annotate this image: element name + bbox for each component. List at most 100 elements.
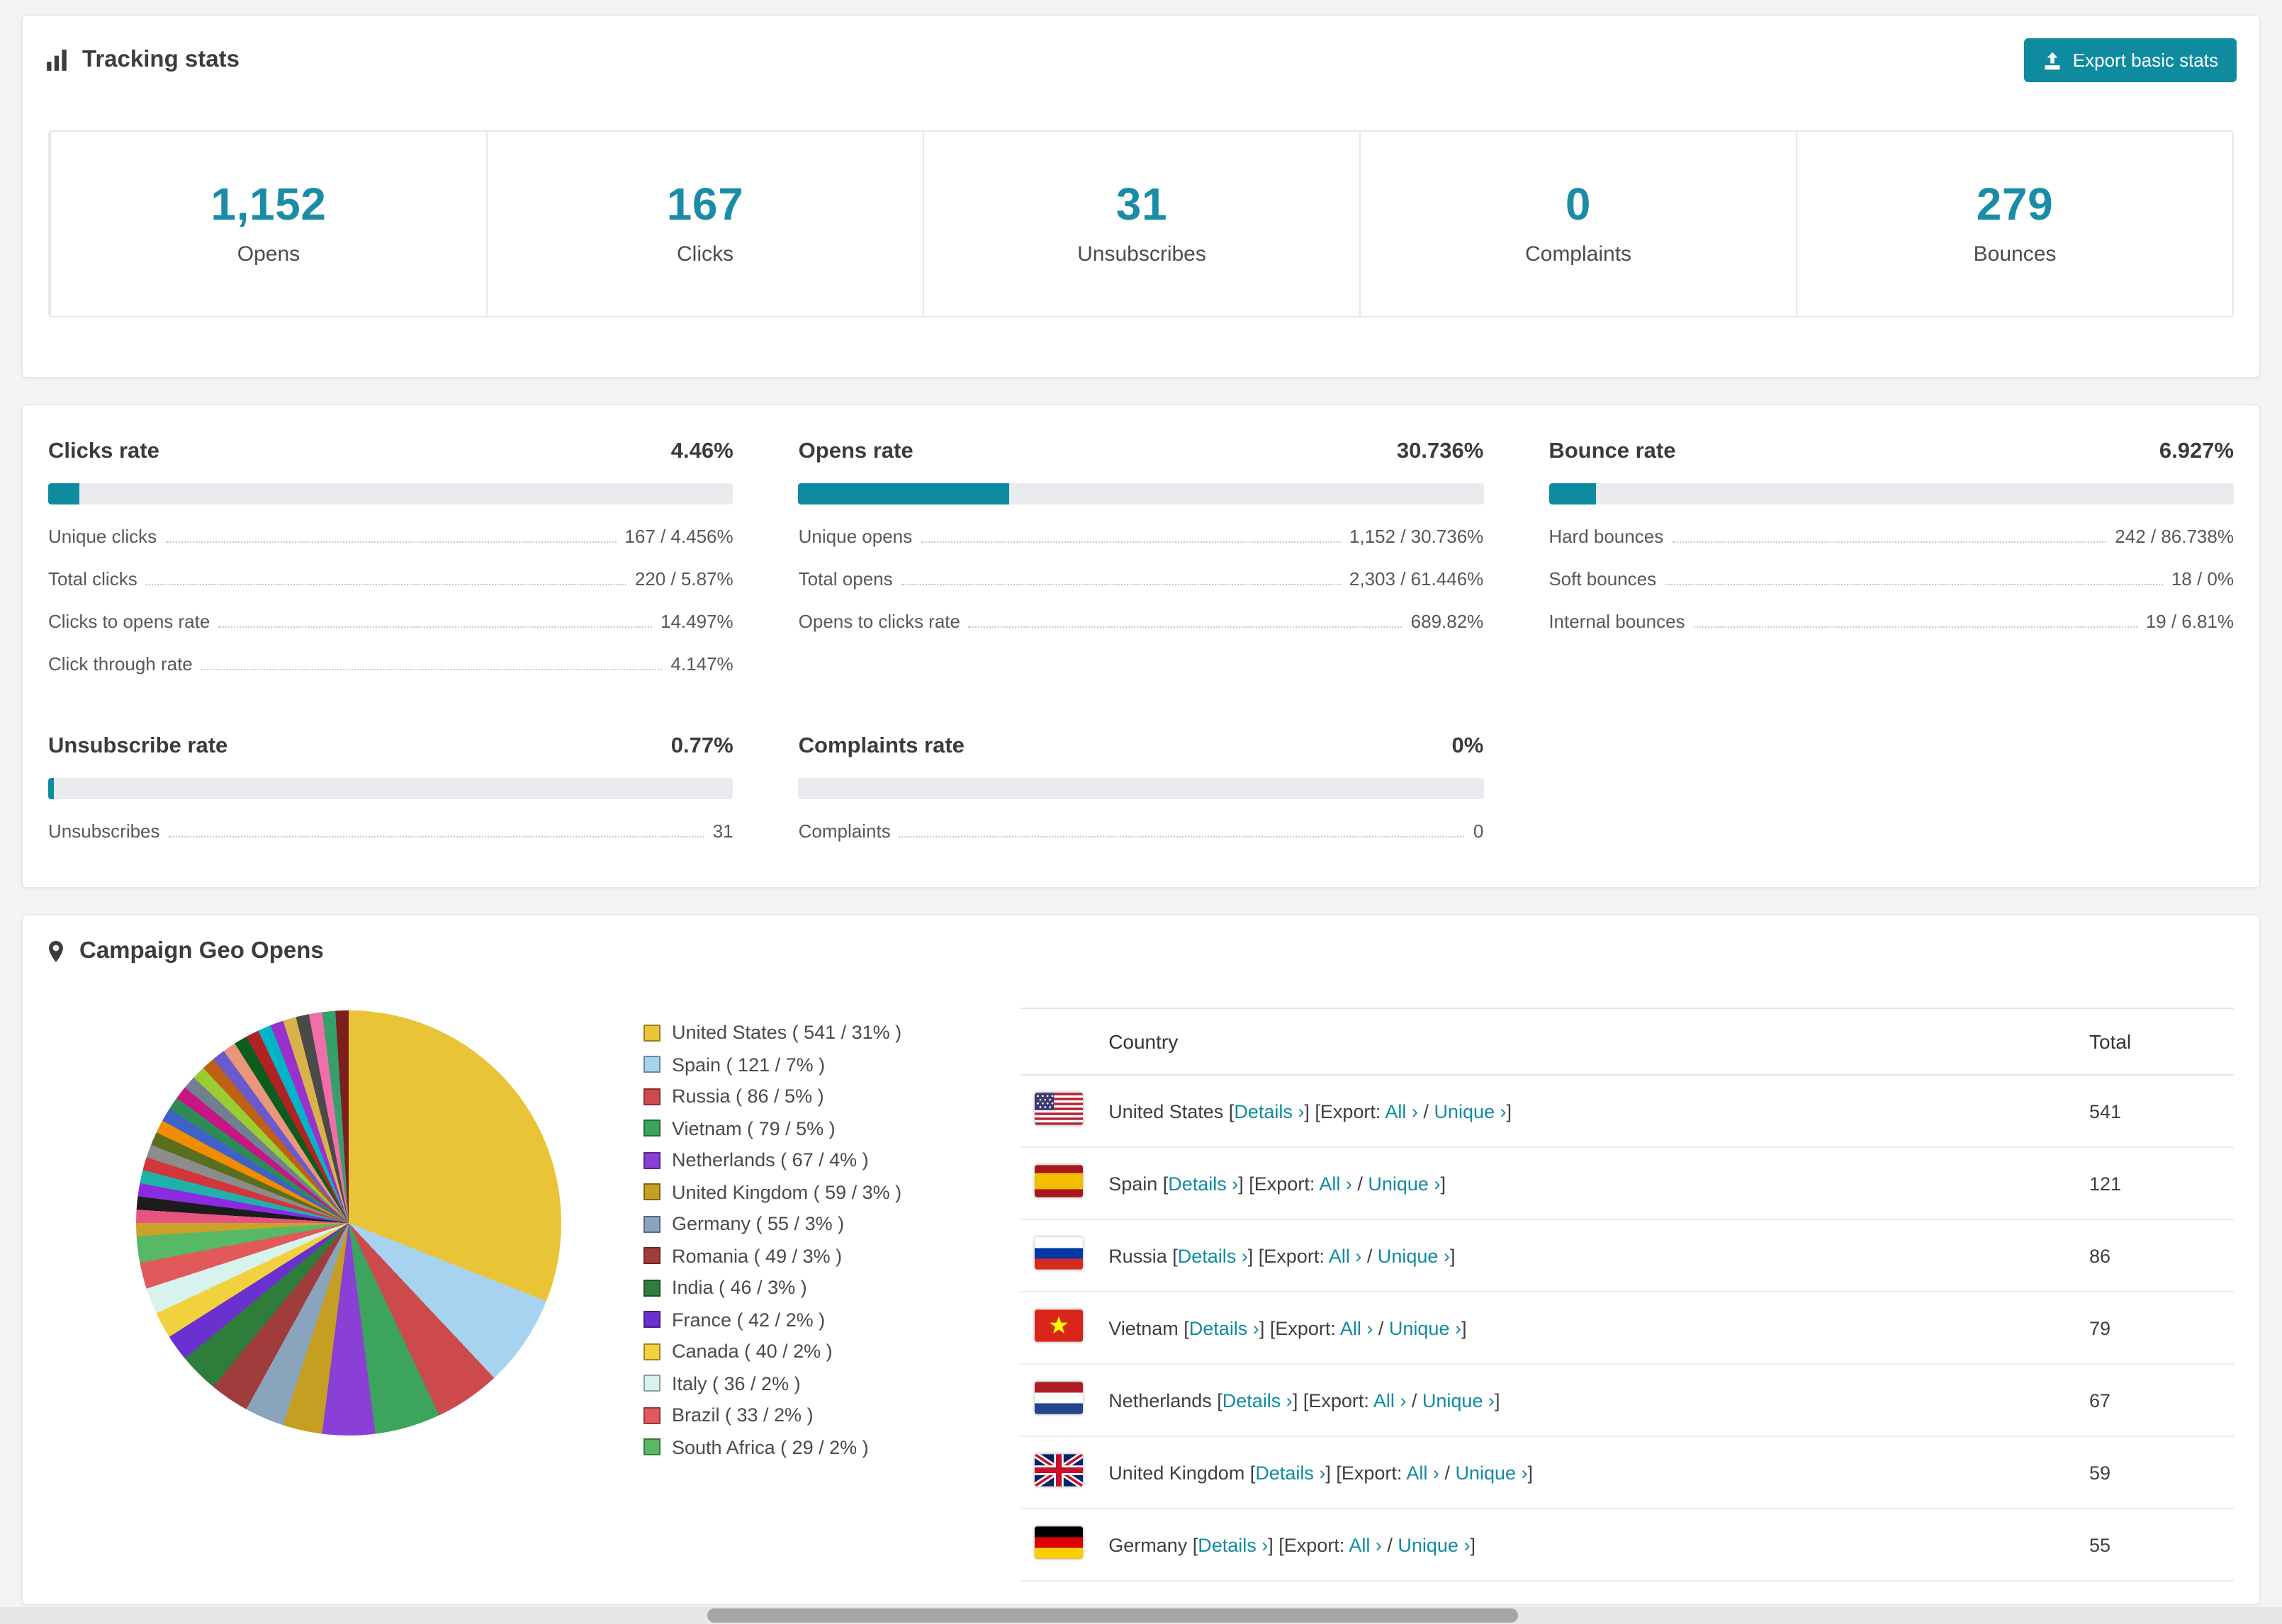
legend-item[interactable]: India ( 46 / 3% ) — [643, 1277, 901, 1298]
export-basic-stats-button[interactable]: Export basic stats — [2024, 38, 2237, 82]
legend-swatch — [643, 1406, 661, 1423]
geo-table: Country Total United States [Details ›] … — [1021, 1008, 2234, 1581]
legend-label: Netherlands ( 67 / 4% ) — [672, 1149, 869, 1171]
stat-line-label: Unique clicks — [48, 526, 157, 547]
details-link[interactable]: Details › — [1222, 1389, 1293, 1411]
legend-swatch — [643, 1438, 661, 1455]
bounce-rate-progressbar — [1548, 483, 2234, 504]
export-unique-link[interactable]: Unique › — [1398, 1534, 1470, 1555]
export-unique-link[interactable]: Unique › — [1455, 1462, 1527, 1483]
export-unique-link[interactable]: Unique › — [1368, 1173, 1440, 1194]
stat-line-label: Click through rate — [48, 653, 193, 675]
export-unique-link[interactable]: Unique › — [1378, 1245, 1450, 1266]
details-link[interactable]: Details › — [1198, 1534, 1268, 1555]
unsubscribe-rate-progressbar — [48, 778, 734, 799]
stat-line-value: 14.497% — [661, 611, 734, 632]
dotted-leader — [968, 626, 1403, 628]
stat-value: 1,152 — [210, 179, 327, 230]
stat-value: 279 — [1976, 179, 2054, 230]
stat-line: Total clicks 220 / 5.87% — [48, 568, 734, 590]
stat-line-value: 689.82% — [1410, 611, 1484, 632]
country-column-header: Country — [1097, 1008, 2078, 1076]
country-total: 541 — [2078, 1075, 2234, 1148]
export-unique-link[interactable]: Unique › — [1434, 1100, 1506, 1122]
legend-item[interactable]: Germany ( 55 / 3% ) — [643, 1213, 901, 1234]
country-total: 79 — [2078, 1292, 2234, 1365]
stat-line: Clicks to opens rate 14.497% — [48, 611, 734, 632]
export-all-link[interactable]: All › — [1340, 1317, 1373, 1338]
legend-label: Canada ( 40 / 2% ) — [672, 1341, 833, 1362]
export-unique-link[interactable]: Unique › — [1389, 1317, 1461, 1338]
stat-line: Click through rate 4.147% — [48, 653, 734, 675]
horizontal-scrollbar-thumb[interactable] — [707, 1608, 1518, 1623]
dotted-leader — [165, 541, 617, 543]
details-link[interactable]: Details › — [1178, 1245, 1248, 1266]
country-cell: United Kingdom [Details ›] [Export: All … — [1097, 1436, 2078, 1509]
legend-item[interactable]: Netherlands ( 67 / 4% ) — [643, 1149, 901, 1171]
opens-rate-progress-fill — [798, 483, 1009, 504]
rate-value: 6.927% — [2159, 439, 2234, 463]
details-link[interactable]: Details › — [1234, 1100, 1304, 1122]
details-link[interactable]: Details › — [1189, 1317, 1259, 1338]
geo-opens-pie-chart[interactable] — [136, 1010, 561, 1436]
legend-label: Russia ( 86 / 5% ) — [672, 1086, 824, 1107]
legend-item[interactable]: Romania ( 49 / 3% ) — [643, 1245, 901, 1266]
export-all-link[interactable]: All › — [1406, 1462, 1439, 1483]
legend-item[interactable]: Italy ( 36 / 2% ) — [643, 1372, 901, 1394]
legend-item[interactable]: Spain ( 121 / 7% ) — [643, 1054, 901, 1075]
geo-table-row: United States [Details ›] [Export: All ›… — [1021, 1075, 2234, 1148]
export-button-label: Export basic stats — [2072, 50, 2218, 71]
geo-table-row: Netherlands [Details ›] [Export: All › /… — [1021, 1364, 2234, 1437]
legend-label: France ( 42 / 2% ) — [672, 1309, 826, 1330]
rate-value: 0% — [1451, 734, 1484, 758]
country-flag-icon — [1035, 1526, 1084, 1559]
legend-item[interactable]: France ( 42 / 2% ) — [643, 1309, 901, 1330]
stat-line-value: 4.147% — [670, 653, 734, 675]
export-all-link[interactable]: All › — [1349, 1534, 1382, 1555]
dotted-leader — [218, 626, 652, 628]
stat-value: 167 — [666, 179, 744, 230]
export-all-link[interactable]: All › — [1373, 1389, 1407, 1411]
country-flag-icon — [1035, 1165, 1084, 1197]
rate-value: 4.46% — [670, 439, 734, 463]
page: Tracking stats Export basic stats 1,152 … — [0, 0, 2282, 1624]
stat-line-value: 19 / 6.81% — [2145, 611, 2234, 632]
stat-line-label: Internal bounces — [1548, 611, 1685, 632]
stat-value: 31 — [1115, 179, 1168, 230]
opens-rate-block: Opens rate 30.736% Unique opens 1,152 / … — [798, 439, 1484, 675]
stat-line-label: Hard bounces — [1548, 526, 1664, 547]
stat-line: Opens to clicks rate 689.82% — [799, 611, 1484, 632]
legend-item[interactable]: Canada ( 40 / 2% ) — [643, 1341, 901, 1362]
country-total: 59 — [2078, 1436, 2234, 1509]
legend-item[interactable]: Brazil ( 33 / 2% ) — [643, 1404, 901, 1426]
stat-line: Unsubscribes 31 — [48, 821, 734, 842]
legend-label: Brazil ( 33 / 2% ) — [672, 1404, 814, 1426]
export-all-link[interactable]: All › — [1385, 1100, 1418, 1122]
dotted-leader — [899, 836, 1465, 838]
legend-swatch — [643, 1056, 661, 1073]
stat-value: 0 — [1565, 179, 1592, 230]
country-flag-icon — [1035, 1454, 1084, 1487]
legend-label: Romania ( 49 / 3% ) — [672, 1245, 843, 1266]
stat-box: 0 Complaints — [1359, 132, 1796, 316]
legend-swatch — [643, 1120, 661, 1137]
complaints-rate-block: Complaints rate 0% Complaints 0 — [798, 734, 1484, 842]
stat-line-value: 2,303 / 61.446% — [1349, 568, 1484, 590]
export-all-link[interactable]: All › — [1319, 1173, 1352, 1194]
details-link[interactable]: Details › — [1255, 1462, 1325, 1483]
rate-title: Clicks rate — [48, 439, 159, 463]
legend-item[interactable]: United States ( 541 / 31% ) — [643, 1022, 901, 1043]
dotted-leader — [1672, 541, 2107, 543]
legend-item[interactable]: Vietnam ( 79 / 5% ) — [643, 1117, 901, 1139]
dotted-leader — [901, 584, 1341, 585]
map-pin-icon — [45, 940, 67, 964]
details-link[interactable]: Details › — [1168, 1173, 1238, 1194]
legend-item[interactable]: United Kingdom ( 59 / 3% ) — [643, 1181, 901, 1202]
stat-line-label: Soft bounces — [1548, 568, 1657, 590]
country-total: 55 — [2078, 1509, 2234, 1581]
export-all-link[interactable]: All › — [1329, 1245, 1362, 1266]
legend-item[interactable]: South Africa ( 29 / 2% ) — [643, 1436, 901, 1457]
geo-table-row: Russia [Details ›] [Export: All › / Uniq… — [1021, 1219, 2234, 1292]
export-unique-link[interactable]: Unique › — [1422, 1389, 1495, 1411]
legend-item[interactable]: Russia ( 86 / 5% ) — [643, 1086, 901, 1107]
